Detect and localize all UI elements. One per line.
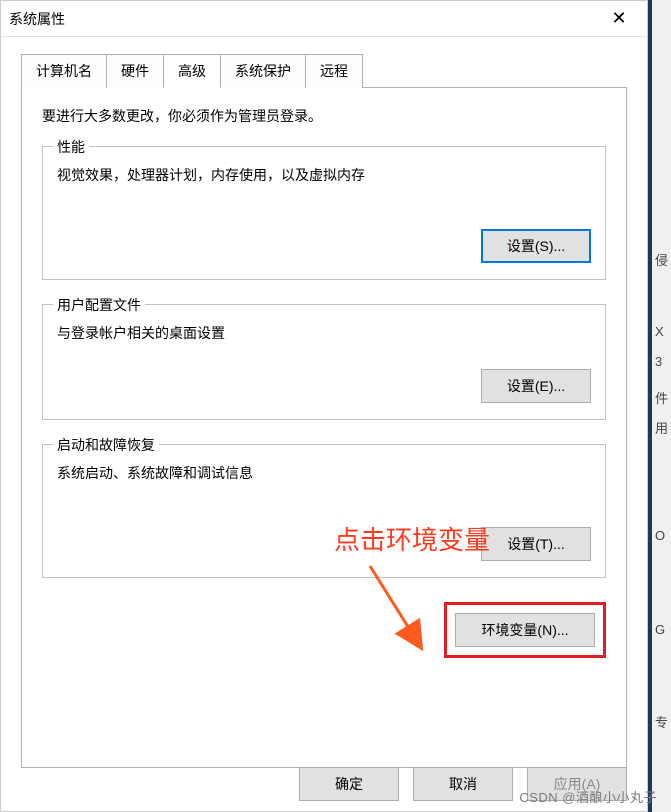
env-var-highlight-box: 环境变量(N)... bbox=[444, 602, 606, 658]
advanced-panel: 要进行大多数更改，你必须作为管理员登录。 性能 视觉效果，处理器计划，内存使用，… bbox=[21, 88, 627, 768]
cancel-button[interactable]: 取消 bbox=[413, 767, 513, 801]
dialog-title: 系统属性 bbox=[9, 9, 599, 29]
startup-recovery-settings-button[interactable]: 设置(T)... bbox=[481, 527, 591, 561]
tab-hardware[interactable]: 硬件 bbox=[106, 54, 164, 88]
environment-variables-button[interactable]: 环境变量(N)... bbox=[455, 613, 595, 647]
tab-computer-name[interactable]: 计算机名 bbox=[21, 54, 107, 88]
system-properties-dialog: 系统属性 ✕ 计算机名 硬件 高级 系统保护 远程 要进行大多数更改，你必须作为… bbox=[0, 0, 648, 812]
ok-button[interactable]: 确定 bbox=[299, 767, 399, 801]
titlebar[interactable]: 系统属性 ✕ bbox=[1, 1, 647, 37]
user-profiles-desc: 与登录帐户相关的桌面设置 bbox=[57, 323, 591, 343]
performance-title: 性能 bbox=[53, 137, 89, 157]
dialog-content: 计算机名 硬件 高级 系统保护 远程 要进行大多数更改，你必须作为管理员登录。 … bbox=[1, 37, 647, 768]
user-profiles-group: 用户配置文件 与登录帐户相关的桌面设置 设置(E)... bbox=[42, 304, 606, 420]
startup-recovery-group: 启动和故障恢复 系统启动、系统故障和调试信息 设置(T)... bbox=[42, 444, 606, 578]
startup-recovery-desc: 系统启动、系统故障和调试信息 bbox=[57, 463, 591, 483]
close-icon[interactable]: ✕ bbox=[599, 4, 639, 34]
tab-system-protection[interactable]: 系统保护 bbox=[220, 54, 306, 88]
performance-desc: 视觉效果，处理器计划，内存使用，以及虚拟内存 bbox=[57, 165, 591, 185]
env-var-row: 环境变量(N)... bbox=[42, 602, 606, 658]
user-profiles-settings-button[interactable]: 设置(E)... bbox=[481, 369, 591, 403]
performance-settings-button[interactable]: 设置(S)... bbox=[481, 229, 591, 263]
watermark-text: CSDN @酒酿小小丸子 bbox=[519, 787, 657, 806]
performance-group: 性能 视觉效果，处理器计划，内存使用，以及虚拟内存 设置(S)... bbox=[42, 146, 606, 280]
tab-remote[interactable]: 远程 bbox=[305, 54, 363, 88]
startup-recovery-title: 启动和故障恢复 bbox=[53, 435, 159, 455]
background-cropped-text: 侵 X 3 件 用 O G 专 bbox=[652, 0, 671, 812]
tab-strip: 计算机名 硬件 高级 系统保护 远程 bbox=[21, 53, 627, 88]
tab-advanced[interactable]: 高级 bbox=[163, 54, 221, 88]
intro-text: 要进行大多数更改，你必须作为管理员登录。 bbox=[42, 106, 606, 126]
user-profiles-title: 用户配置文件 bbox=[53, 295, 145, 315]
